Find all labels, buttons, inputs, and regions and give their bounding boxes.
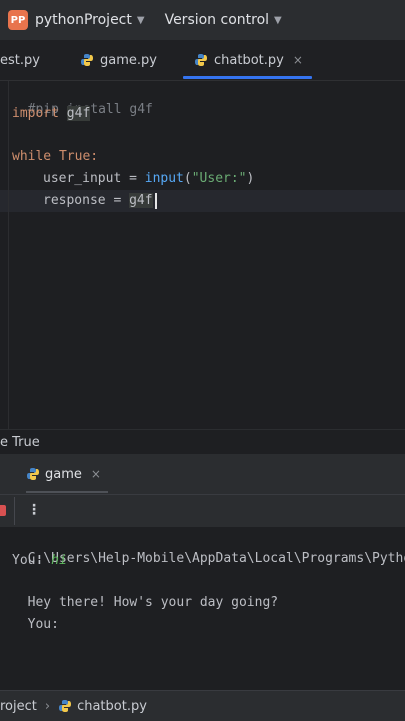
- code-line-4: while True:: [12, 148, 98, 166]
- console-prompt: You:: [27, 617, 59, 632]
- title-bar: PP pythonProject ▼ Version control ▼: [0, 0, 405, 40]
- code-line-6: response = g4f: [43, 192, 153, 210]
- breadcrumb-item: e True: [0, 434, 40, 450]
- chevron-down-icon[interactable]: ▼: [274, 15, 282, 26]
- toolbar-divider: [14, 497, 15, 525]
- python-icon: [59, 700, 72, 712]
- variable-assign: response =: [43, 193, 130, 208]
- module-name: g4f: [129, 193, 153, 208]
- paren-open: (: [183, 171, 192, 186]
- python-icon: [195, 54, 207, 66]
- string-literal: "User:": [191, 171, 247, 186]
- more-options-icon[interactable]: ⋮: [27, 502, 41, 518]
- close-tab-icon[interactable]: ×: [91, 467, 101, 481]
- editor-tab-bar: est.py game.py chatbot.py ×: [0, 40, 405, 81]
- tab-chatbot-py[interactable]: chatbot.py ×: [194, 40, 303, 80]
- function-call: input: [144, 171, 184, 186]
- module-name: g4f: [66, 106, 91, 121]
- tab-label: chatbot.py: [214, 52, 284, 68]
- interpreter-path: C:\Users\Help-Mobile\AppData\Local\Progr…: [27, 551, 405, 566]
- tab-label: game.py: [100, 52, 157, 68]
- close-tab-icon[interactable]: ×: [293, 53, 303, 67]
- status-bar: roject › chatbot.py: [0, 690, 405, 721]
- keyword-import: import: [12, 106, 59, 121]
- bot-reply-text: Hey there! How's your day going?: [27, 595, 279, 610]
- tab-test-py[interactable]: est.py: [0, 40, 40, 80]
- code-editor[interactable]: [0, 81, 405, 429]
- project-logo: PP: [8, 10, 28, 30]
- status-project-crumb[interactable]: roject: [0, 699, 37, 714]
- run-panel-header: game ×: [0, 454, 405, 495]
- console-line: You:: [12, 595, 59, 635]
- text-cursor: [155, 193, 157, 209]
- python-icon: [27, 468, 39, 480]
- user-input-text: hi: [51, 553, 67, 568]
- tab-game-py[interactable]: game.py: [80, 40, 157, 80]
- console-prompt: You:: [12, 553, 52, 568]
- run-toolbar: ⋮: [0, 495, 405, 527]
- console-line: You: hi: [12, 551, 67, 571]
- code-line-5: user_input = input("User:"): [43, 170, 254, 188]
- stop-icon[interactable]: [0, 505, 6, 516]
- active-run-tab-indicator: [26, 491, 108, 493]
- chevron-down-icon[interactable]: ▼: [137, 15, 145, 26]
- project-switcher[interactable]: pythonProject: [35, 12, 132, 28]
- console-line: C:\Users\Help-Mobile\AppData\Local\Progr…: [12, 529, 405, 569]
- python-icon: [81, 54, 93, 66]
- variable-assign: user_input =: [43, 171, 145, 186]
- code-breadcrumb[interactable]: e True: [0, 429, 405, 454]
- version-control-menu[interactable]: Version control: [165, 12, 269, 28]
- run-tab-label: game: [45, 466, 82, 482]
- code-line-2: import g4f: [12, 105, 91, 123]
- status-file-crumb[interactable]: chatbot.py: [77, 699, 147, 714]
- editor-gutter: [8, 81, 9, 429]
- keyword-true: True:: [51, 149, 99, 164]
- paren-close: ): [246, 171, 255, 186]
- chevron-right-icon: ›: [44, 698, 51, 714]
- run-tab-game[interactable]: game ×: [26, 454, 101, 494]
- active-tab-indicator: [183, 76, 312, 79]
- tab-label: est.py: [0, 52, 40, 68]
- keyword-while: while: [12, 149, 52, 164]
